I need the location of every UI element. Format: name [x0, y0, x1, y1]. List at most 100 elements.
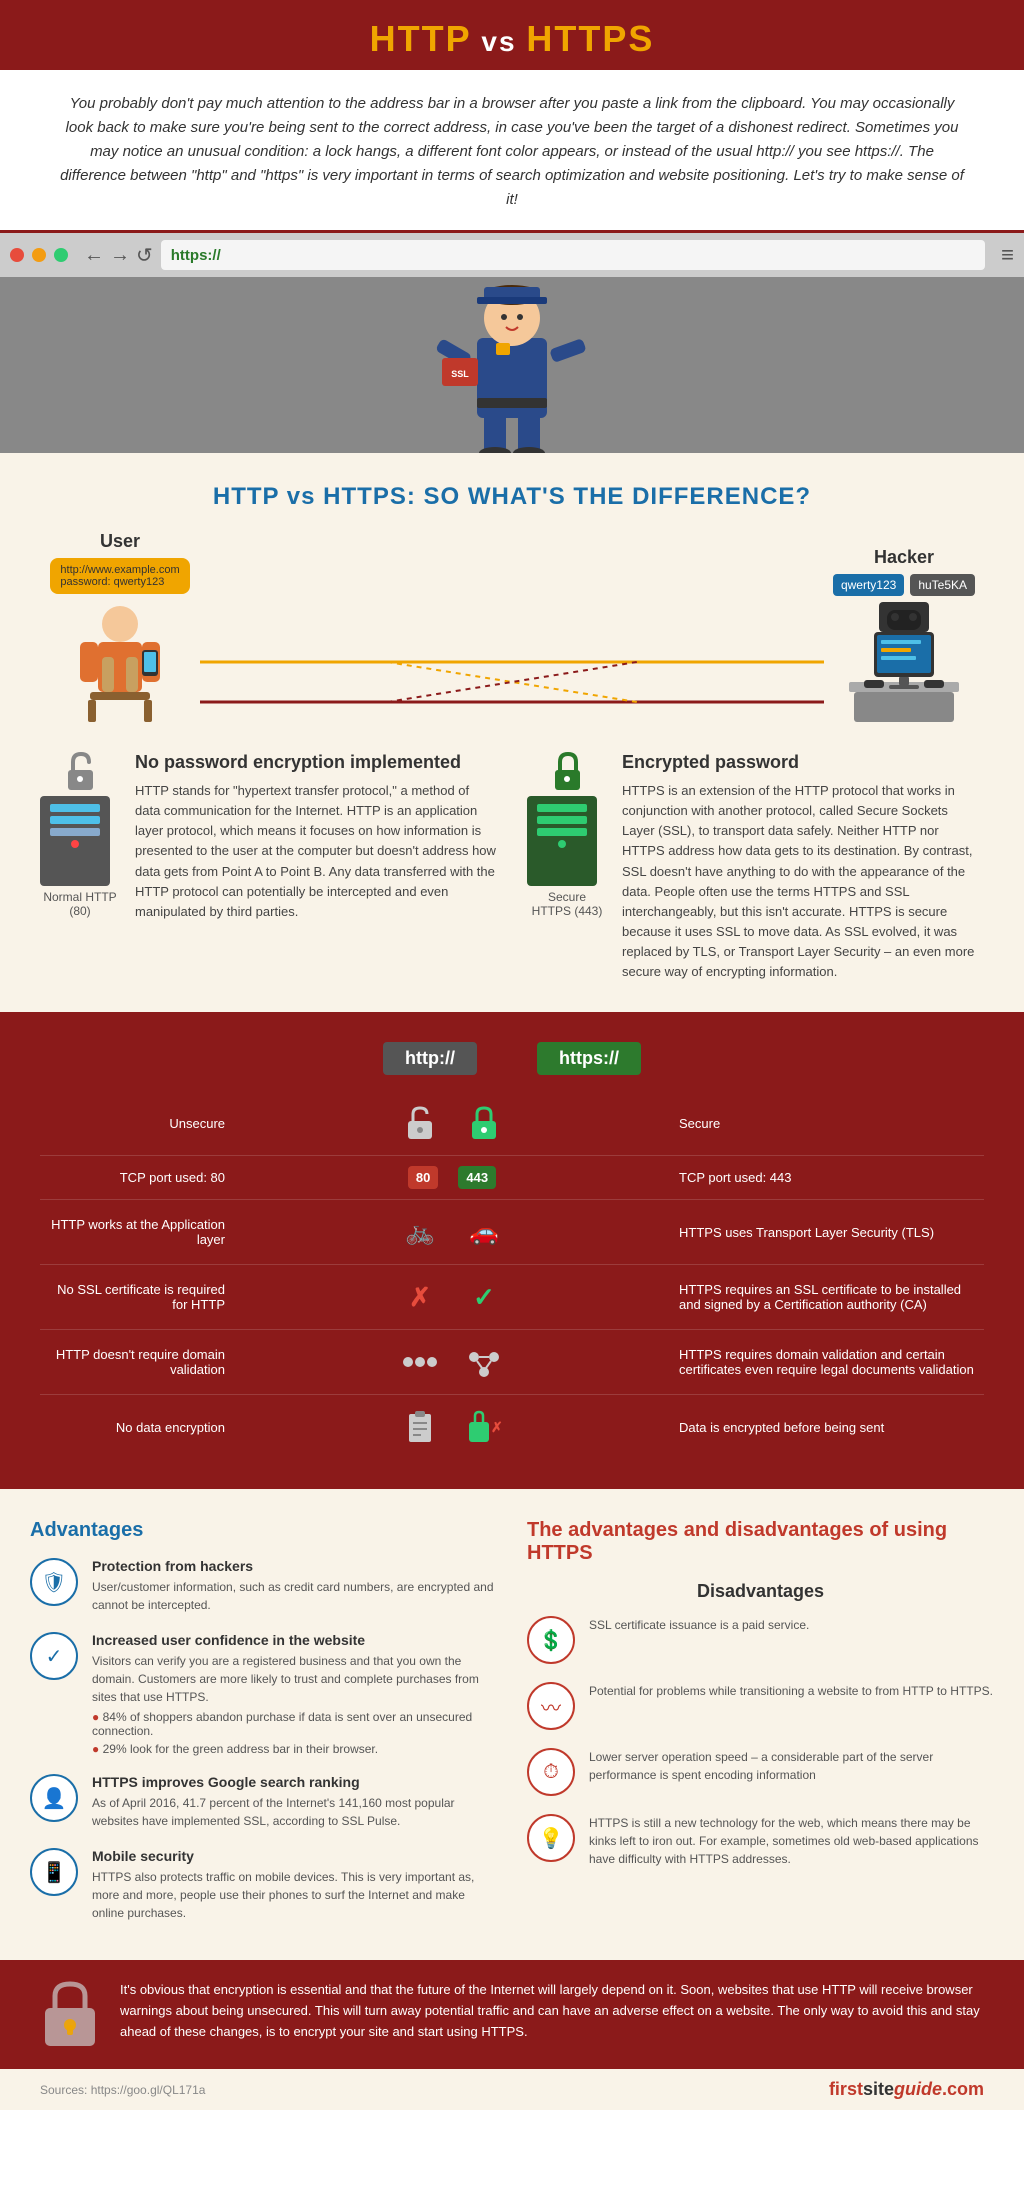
http-server-icon: Normal HTTP (80) — [40, 752, 120, 918]
page-title: HTTP vs HTTPS — [10, 18, 1014, 60]
secure-label: Secure — [664, 1116, 984, 1131]
https-label: HTTPS — [526, 18, 654, 59]
hacker-bubble2: huTe5KA — [910, 574, 975, 596]
adv-item-google: 👤 HTTPS improves Google search ranking A… — [30, 1774, 497, 1830]
brand-logo: firstsiteguide.com — [829, 2079, 984, 2100]
adv-text-mobile: Mobile security HTTPS also protects traf… — [92, 1848, 497, 1922]
dollar-icon: 💲 — [527, 1616, 575, 1664]
http-header-label: http:// — [383, 1042, 477, 1075]
app-layer-label: HTTP works at the Application layer — [40, 1217, 240, 1247]
https-server — [527, 796, 597, 886]
no-encryption-label: No data encryption — [40, 1420, 240, 1435]
user-side: User http://www.example.com password: qw… — [40, 531, 200, 722]
user-url: http://www.example.com — [60, 564, 179, 576]
comparison-row-ssl: No SSL certificate is required for HTTP … — [40, 1265, 984, 1330]
svg-text:SSL: SSL — [451, 369, 469, 379]
adv-title-google: HTTPS improves Google search ranking — [92, 1774, 497, 1790]
adv-text-google: HTTPS improves Google search ranking As … — [92, 1774, 497, 1830]
brand-first: first — [829, 2079, 863, 2099]
dis-item-cost: 💲 SSL certificate issuance is a paid ser… — [527, 1616, 994, 1664]
adv-text-confidence-content: Visitors can verify you are a registered… — [92, 1652, 497, 1706]
comparison-row-domain: HTTP doesn't require domain validation — [40, 1330, 984, 1395]
adv-dis-section-title: The advantages and disadvantages of usin… — [527, 1519, 994, 1565]
dis-cost-content: SSL certificate issuance is a paid servi… — [589, 1616, 809, 1634]
adv-item-hackers: 🛡 Protection from hackers User/customer … — [30, 1558, 497, 1614]
ssl-required-label: HTTPS requires an SSL certificate to be … — [664, 1282, 984, 1312]
clipboard-icon — [398, 1405, 442, 1449]
user-label: User — [100, 531, 140, 552]
brand-com: .com — [942, 2079, 984, 2099]
browser-section: ← → ↺ https:// ≡ — [0, 233, 1024, 453]
comparison-row-security: Unsecure Secure — [40, 1091, 984, 1156]
unsecure-label: Unsecure — [40, 1116, 240, 1131]
person-search-icon: 👤 — [30, 1774, 78, 1822]
dis-item-speed: ⏱ Lower server operation speed – a consi… — [527, 1748, 994, 1796]
tcp-443-label: TCP port used: 443 — [664, 1170, 984, 1185]
encryption-x-icon: ✗ — [462, 1405, 506, 1449]
browser-dot-red — [10, 248, 24, 262]
stat-29: 29% look for the green address bar in th… — [92, 1742, 497, 1756]
dots-icon — [398, 1340, 442, 1384]
advantages-column: Advantages 🛡 Protection from hackers Use… — [30, 1519, 497, 1940]
vs-label: vs — [472, 26, 527, 57]
advantages-section: Advantages 🛡 Protection from hackers Use… — [0, 1489, 1024, 1960]
http-server — [40, 796, 110, 886]
comparison-section: http:// https:// Unsecure Secure — [0, 1012, 1024, 1489]
closed-lock-icon — [462, 1101, 506, 1145]
https-description: HTTPS is an extension of the HTTP protoc… — [622, 781, 984, 982]
http-card: Normal HTTP (80) No password encryption … — [40, 752, 497, 982]
browser-content: SSL — [0, 277, 1024, 453]
car-icon: 🚗 — [462, 1210, 506, 1254]
advantages-title: Advantages — [30, 1519, 497, 1542]
intro-text: You probably don't pay much attention to… — [60, 92, 964, 212]
browser-nav: ← → ↺ — [84, 243, 153, 268]
https-card: Secure HTTPS (443) Encrypted password HT… — [527, 752, 984, 982]
brand-site: site — [863, 2079, 894, 2099]
menu-icon[interactable]: ≡ — [1001, 242, 1014, 268]
domain-icons — [240, 1340, 664, 1384]
tcp-80-label: TCP port used: 80 — [40, 1170, 240, 1185]
encrypted-label: Data is encrypted before being sent — [664, 1420, 984, 1435]
intro-section: You probably don't pay much attention to… — [0, 70, 1024, 233]
hacker-figure — [849, 602, 959, 722]
hacker-bubble1: qwerty123 — [833, 574, 904, 596]
police-officer-figure: SSL — [422, 243, 602, 453]
dis-new-tech-content: HTTPS is still a new technology for the … — [589, 1814, 994, 1868]
http-port-label: Normal HTTP (80) — [40, 890, 120, 918]
svg-text:✗: ✗ — [491, 1419, 503, 1435]
adv-title-hackers: Protection from hackers — [92, 1558, 497, 1574]
ssl-icons: ✗ ✓ — [240, 1275, 664, 1319]
back-button[interactable]: ← — [84, 244, 104, 267]
diff-scene: User http://www.example.com password: qw… — [40, 531, 984, 722]
refresh-button[interactable]: ↺ — [136, 243, 153, 268]
http-desc-block: No password encryption implemented HTTP … — [135, 752, 497, 922]
url-text: https:// — [171, 247, 221, 264]
mobile-icon: 📱 — [30, 1848, 78, 1896]
footer-main-text: It's obvious that encryption is essentia… — [120, 1980, 984, 2042]
encryption-icons: ✗ — [240, 1405, 664, 1449]
encryption-row: Normal HTTP (80) No password encryption … — [40, 752, 984, 982]
header: HTTP vs HTTPS — [0, 0, 1024, 70]
https-server-icon: Secure HTTPS (443) — [527, 752, 607, 918]
user-bubble: http://www.example.com password: qwerty1… — [50, 558, 189, 594]
bicycle-icon: 🚲 — [398, 1210, 442, 1254]
dis-transition-content: Potential for problems while transitioni… — [589, 1682, 993, 1700]
difference-title: HTTP vs HTTPS: SO WHAT'S THE DIFFERENCE? — [40, 483, 984, 511]
adv-title-mobile: Mobile security — [92, 1848, 497, 1864]
comparison-header: http:// https:// — [40, 1042, 984, 1075]
footer-lock-icon — [40, 1980, 100, 2055]
disadvantages-column: The advantages and disadvantages of usin… — [527, 1519, 994, 1940]
browser-dot-green — [54, 248, 68, 262]
dis-speed-content: Lower server operation speed – a conside… — [589, 1748, 994, 1784]
transport-layer-label: HTTPS uses Transport Layer Security (TLS… — [664, 1225, 984, 1240]
adv-text-hackers-content: User/customer information, such as credi… — [92, 1578, 497, 1614]
adv-text-confidence: Increased user confidence in the website… — [92, 1632, 497, 1756]
port-443-badge: 443 — [458, 1166, 496, 1189]
dis-text-cost: SSL certificate issuance is a paid servi… — [589, 1616, 809, 1634]
checkmark-icon: ✓ — [30, 1632, 78, 1680]
forward-button[interactable]: → — [110, 244, 130, 267]
comparison-row-encryption: No data encryption ✗ Data is encryp — [40, 1395, 984, 1459]
lightbulb-icon: 💡 — [527, 1814, 575, 1862]
user-password: password: qwerty123 — [60, 576, 164, 588]
clock-icon: ⏱ — [527, 1748, 575, 1796]
